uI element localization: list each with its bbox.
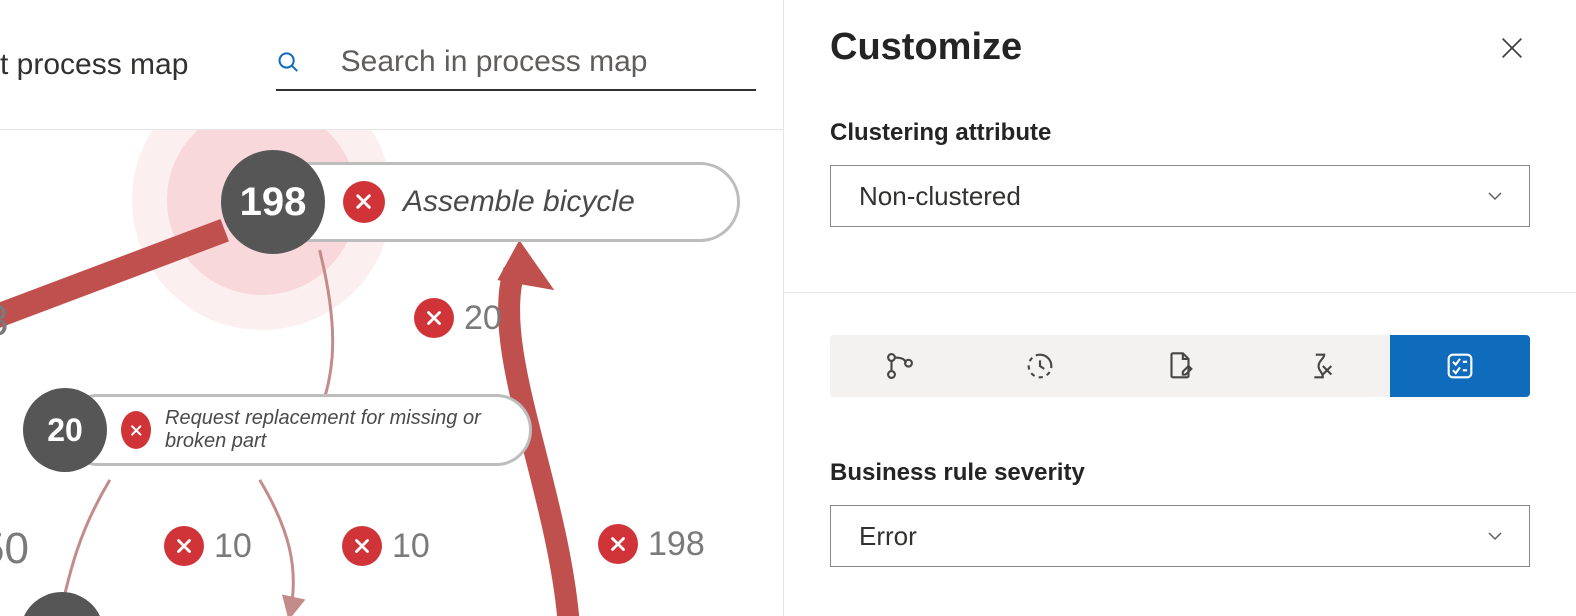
edge-count: 8	[0, 296, 8, 346]
edge-error-count: 20	[414, 298, 502, 338]
search-input[interactable]	[341, 45, 757, 79]
node-count-badge: 198	[221, 150, 325, 254]
node-count-badge: 20	[23, 388, 107, 472]
edge-count-value: 20	[464, 299, 502, 338]
tab-time[interactable]	[970, 335, 1110, 397]
severity-value: Error	[859, 521, 917, 552]
edge-count-value: 8	[0, 296, 8, 346]
node-count-badge	[20, 592, 104, 616]
chevron-down-icon	[1483, 184, 1507, 208]
node-label: Assemble bicycle	[403, 185, 635, 219]
error-icon	[414, 298, 454, 338]
error-icon	[342, 526, 382, 566]
close-button[interactable]	[1494, 30, 1530, 66]
process-map-pane: t process map	[0, 0, 784, 616]
error-icon	[121, 411, 151, 449]
edge-count-value: 50	[0, 524, 29, 574]
clock-icon	[1023, 349, 1057, 383]
tab-document[interactable]	[1110, 335, 1250, 397]
severity-select[interactable]: Error	[830, 505, 1530, 567]
tab-branch[interactable]	[830, 335, 970, 397]
clustering-value: Non-clustered	[859, 181, 1021, 212]
error-icon	[598, 524, 638, 564]
search-icon	[276, 48, 300, 76]
branch-icon	[883, 349, 917, 383]
node-label: Request replacement for missing or broke…	[165, 407, 499, 453]
tab-rules[interactable]	[1390, 335, 1530, 397]
panel-divider	[784, 292, 1576, 293]
formula-icon	[1303, 349, 1337, 383]
edge-count-value: 198	[648, 525, 705, 564]
process-map-header: t process map	[0, 0, 783, 130]
search-field[interactable]	[276, 39, 756, 91]
view-tabs	[830, 335, 1530, 397]
edge-count-value: 10	[214, 527, 252, 566]
activity-node-request-part[interactable]: 20 Request replacement for missing or br…	[62, 394, 532, 466]
clustering-label: Clustering attribute	[830, 119, 1530, 147]
process-map-canvas[interactable]: 198 Assemble bicycle 20 Request replacem…	[0, 130, 783, 616]
error-icon	[343, 181, 385, 223]
panel-title: Customize	[830, 26, 1022, 69]
rules-icon	[1443, 349, 1477, 383]
tab-formula[interactable]	[1250, 335, 1390, 397]
edge-error-count: 10	[164, 526, 252, 566]
error-icon	[164, 526, 204, 566]
severity-label: Business rule severity	[830, 459, 1530, 487]
document-edit-icon	[1163, 349, 1197, 383]
clustering-select[interactable]: Non-clustered	[830, 165, 1530, 227]
edge-count: 50	[0, 524, 29, 574]
chevron-down-icon	[1483, 524, 1507, 548]
activity-node-assemble[interactable]: 198 Assemble bicycle	[270, 162, 740, 242]
edge-count-value: 10	[392, 527, 430, 566]
close-icon	[1498, 34, 1526, 62]
edge-error-count: 198	[598, 524, 705, 564]
edge-error-count: 10	[342, 526, 430, 566]
customize-panel: Customize Clustering attribute Non-clust…	[784, 0, 1576, 616]
breadcrumb: t process map	[0, 48, 188, 82]
